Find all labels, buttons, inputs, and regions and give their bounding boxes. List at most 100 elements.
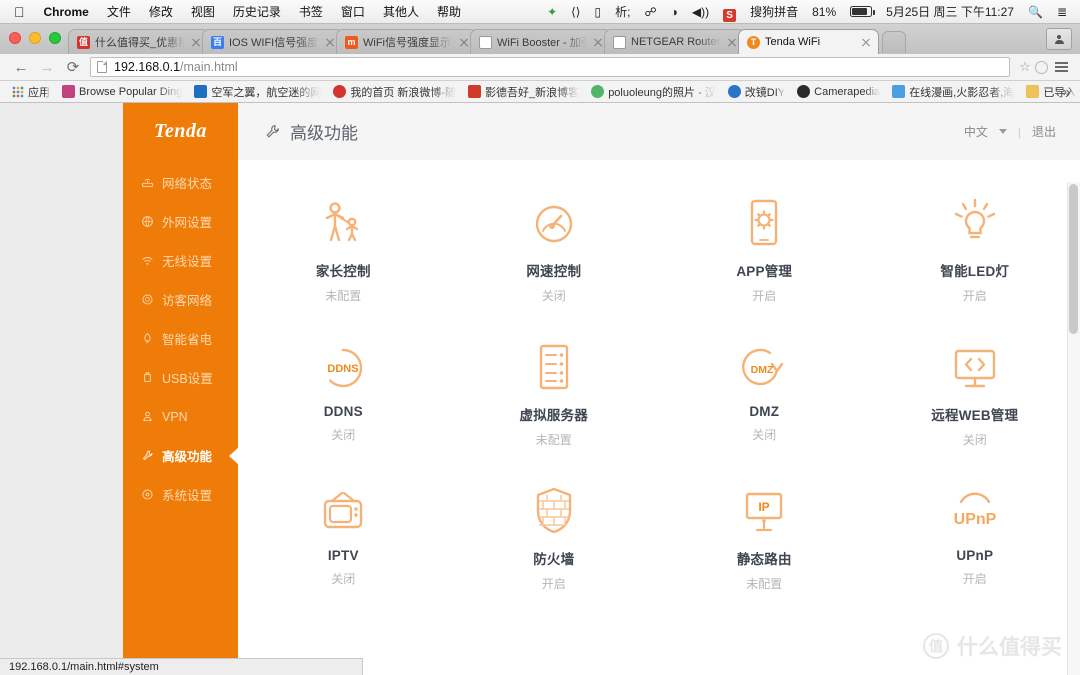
feature-card-app-management[interactable]: APP管理 开启 xyxy=(659,194,870,304)
minimize-window-button[interactable] xyxy=(29,32,41,44)
menu-item-chrome[interactable]: Chrome xyxy=(35,0,98,24)
sidebar-item-smart-power-save[interactable]: 智能省电 xyxy=(123,319,238,358)
bookmark-item[interactable]: poluoleung的照片 - 汉 xyxy=(585,83,722,101)
wifi-icon xyxy=(142,257,153,265)
watermark-text: 什么值得买 xyxy=(957,636,1062,659)
input-method-label[interactable]: 搜狗拼音 xyxy=(743,0,805,24)
wifi-icon[interactable]: ◑ xyxy=(664,0,685,24)
feature-card-smart-led[interactable]: 智能LED灯 开启 xyxy=(870,194,1080,304)
chevron-down-icon[interactable] xyxy=(998,129,1007,134)
feature-card-virtual-server[interactable]: 虚拟服务器 未配置 xyxy=(449,338,660,448)
tab-title: NETGEAR Router WNDR4 xyxy=(631,36,723,48)
tab-close-icon[interactable] xyxy=(726,36,738,48)
scrollbar-thumb[interactable] xyxy=(1069,184,1078,334)
sidebar-item-wireless-settings[interactable]: 无线设置 xyxy=(123,241,238,280)
dropbox-icon[interactable]: ✦ xyxy=(540,0,564,24)
menu-item-edit[interactable]: 修改 xyxy=(140,0,182,24)
header-separator: | xyxy=(1017,124,1021,139)
page-scrollbar[interactable] xyxy=(1067,182,1080,675)
menu-item-help[interactable]: 帮助 xyxy=(428,0,470,24)
volume-icon[interactable]: ◀)) xyxy=(685,0,716,24)
sidebar-item-label: 无线设置 xyxy=(162,255,213,269)
new-tab-button[interactable] xyxy=(882,31,906,53)
browser-tab[interactable]: NETGEAR Router WNDR4 xyxy=(604,29,745,54)
bookmark-star-icon[interactable]: ☆ xyxy=(1015,59,1035,75)
language-selector[interactable]: 中文 xyxy=(964,123,988,140)
feature-card-static-route[interactable]: IP 静态路由 未配置 xyxy=(659,482,870,592)
tab-favicon: 值 xyxy=(77,35,90,49)
bookmark-item[interactable]: 在线漫画,火影忍者,海 xyxy=(886,83,1020,101)
logout-button[interactable]: 退出 xyxy=(1032,123,1056,140)
code-brackets-icon[interactable]: ⟨⟩ xyxy=(564,0,587,24)
bookmark-item[interactable]: 我的首页 新浪微博-随 xyxy=(327,83,462,101)
browser-tab[interactable]: 百 IOS WIFI信号强度检测_百度 xyxy=(202,29,343,54)
back-button[interactable]: ← xyxy=(8,55,34,79)
feature-card-firewall[interactable]: 防火墙 开启 xyxy=(449,482,660,592)
tab-close-icon[interactable] xyxy=(592,36,604,48)
sidebar-item-guest-network[interactable]: 访客网络 xyxy=(123,280,238,319)
watermark: 值 什么值得买 xyxy=(923,631,1062,661)
sidebar-item-advanced-features[interactable]: 高级功能 xyxy=(123,436,239,475)
menu-item-people[interactable]: 其他人 xyxy=(374,0,428,24)
tenda-logo[interactable]: Tenda xyxy=(123,103,238,151)
static-route-icon: IP xyxy=(739,482,789,536)
battery-icon[interactable] xyxy=(843,0,879,24)
address-bar[interactable]: 192.168.0.1/main.html xyxy=(90,57,1010,77)
close-window-button[interactable] xyxy=(9,32,21,44)
sidebar-item-wan-settings[interactable]: 外网设置 xyxy=(123,202,238,241)
bookmark-item[interactable]: 影德吾好_新浪博客 xyxy=(462,83,585,101)
sidebar-item-system-settings[interactable]: 系统设置 xyxy=(123,475,238,514)
browser-tab-active[interactable]: T Tenda WiFi xyxy=(738,29,879,54)
bluetooth-icon[interactable]: ☍ xyxy=(637,0,663,24)
chrome-tab-strip: 值 什么值得买_优惠精选｜国 百 IOS WIFI信号强度检测_百度 m WiF… xyxy=(0,24,1080,54)
keyboard-icon[interactable]: ▯ xyxy=(588,0,609,24)
notification-center-icon[interactable]: ≣ xyxy=(1050,0,1074,24)
parental-control-icon xyxy=(317,194,369,248)
feature-card-parental-control[interactable]: 家长控制 未配置 xyxy=(238,194,449,304)
time-machine-icon[interactable]: 析; xyxy=(608,0,637,24)
bookmark-apps[interactable]: 应用 xyxy=(6,83,56,101)
battery-percent[interactable]: 81% xyxy=(805,0,843,24)
page-info-icon[interactable] xyxy=(97,61,107,73)
forward-button[interactable]: → xyxy=(34,55,60,79)
profile-button[interactable] xyxy=(1046,28,1072,50)
extension-circle-icon[interactable] xyxy=(1035,60,1048,74)
tab-close-icon[interactable] xyxy=(324,36,336,48)
bookmark-item[interactable]: Browse Popular Ding xyxy=(56,83,188,101)
bookmark-item[interactable]: Camerapedia xyxy=(791,83,886,101)
bookmark-item[interactable]: 改镜DIY xyxy=(722,83,791,101)
sidebar-item-vpn[interactable]: VPN xyxy=(123,397,238,436)
sidebar-item-usb-settings[interactable]: USB设置 xyxy=(123,358,238,397)
menu-bar-clock[interactable]: 5月25日 周三 下午11:27 xyxy=(879,0,1021,24)
apple-logo-icon[interactable]:  xyxy=(10,1,35,23)
menu-item-view[interactable]: 视图 xyxy=(182,0,224,24)
maximize-window-button[interactable] xyxy=(49,32,61,44)
wrench-icon xyxy=(142,450,153,461)
browser-tab[interactable]: 值 什么值得买_优惠精选｜国 xyxy=(68,29,209,54)
menu-item-history[interactable]: 历史记录 xyxy=(224,0,290,24)
browser-tab[interactable]: m WiFi信号强度显示软件 WiF xyxy=(336,29,477,54)
feature-card-ddns[interactable]: DDNS DDNS 关闭 xyxy=(238,338,449,448)
person-icon xyxy=(1054,34,1064,44)
sidebar-item-network-status[interactable]: 网络状态 xyxy=(123,163,238,202)
reload-button[interactable]: ⟳ xyxy=(60,55,86,79)
menu-item-file[interactable]: 文件 xyxy=(98,0,140,24)
tv-icon xyxy=(318,482,368,536)
tab-close-icon[interactable] xyxy=(190,36,202,48)
feature-card-dmz[interactable]: DMZ DMZ 关闭 xyxy=(659,338,870,448)
feature-card-upnp[interactable]: UPnP UPnP 开启 xyxy=(870,482,1080,592)
spotlight-search-icon[interactable]: 🔍 xyxy=(1021,0,1050,24)
menu-item-window[interactable]: 窗口 xyxy=(332,0,374,24)
feature-card-remote-web[interactable]: 远程WEB管理 关闭 xyxy=(870,338,1080,448)
chrome-menu-icon[interactable] xyxy=(1050,62,1072,72)
tab-close-icon[interactable] xyxy=(860,36,872,48)
page-title-text: 高级功能 xyxy=(290,124,358,143)
feature-card-iptv[interactable]: IPTV 关闭 xyxy=(238,482,449,592)
bookmark-item[interactable]: 空军之翼，航空迷的网 xyxy=(188,83,327,101)
bookmarks-overflow-icon[interactable]: » xyxy=(1059,84,1074,99)
menu-item-bookmarks[interactable]: 书签 xyxy=(290,0,332,24)
input-method-icon[interactable]: S xyxy=(716,0,743,24)
browser-tab[interactable]: WiFi Booster - 加强版WiFi xyxy=(470,29,611,54)
feature-card-speed-control[interactable]: 网速控制 关闭 xyxy=(449,194,660,304)
tab-close-icon[interactable] xyxy=(458,36,470,48)
